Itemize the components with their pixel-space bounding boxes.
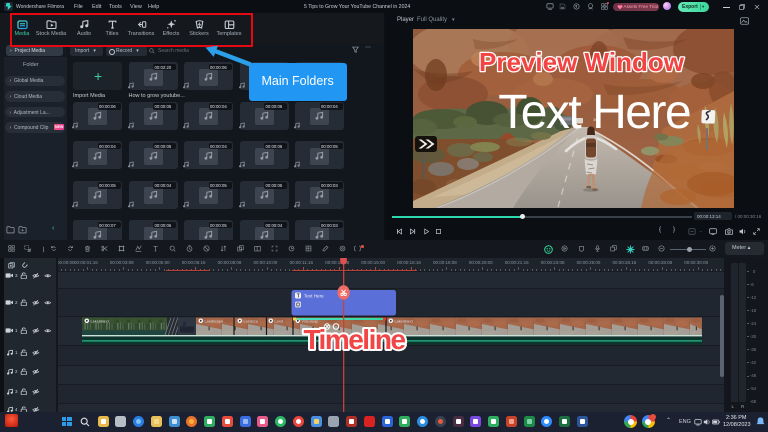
svg-text:Preview Window: Preview Window xyxy=(479,47,685,77)
svg-text:Landsca: Landsca xyxy=(244,320,259,324)
svg-text:Text Here: Text Here xyxy=(304,293,324,298)
svg-text:Lakeisland: Lakeisland xyxy=(91,320,109,324)
svg-text:Landscape: Landscape xyxy=(205,320,224,324)
svg-text:Land: Land xyxy=(275,320,283,324)
svg-text:Text Here: Text Here xyxy=(498,86,690,139)
svg-text:T: T xyxy=(297,293,300,299)
svg-text:Timeline: Timeline xyxy=(303,324,405,354)
